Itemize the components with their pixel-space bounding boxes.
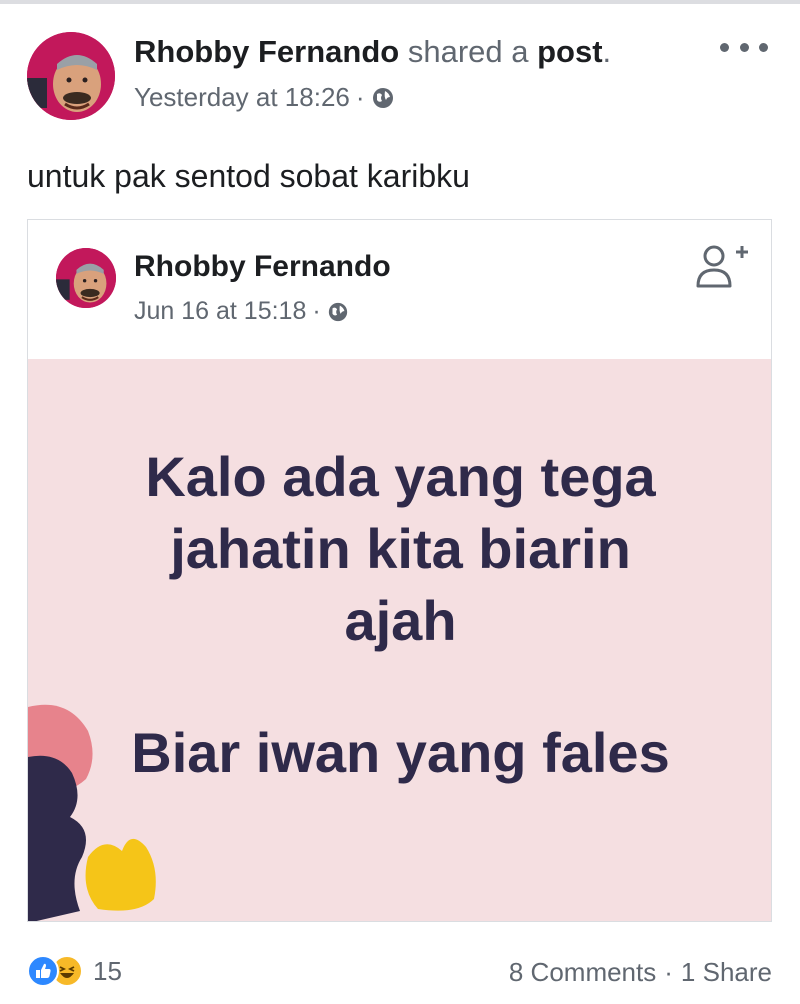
more-options-button[interactable] xyxy=(720,36,768,58)
stats-separator: · xyxy=(664,957,673,987)
engagement-stats: 8 Comments · 1 Share xyxy=(509,955,772,989)
quote-line: Kalo ada yang tega xyxy=(145,445,656,508)
globe-icon xyxy=(371,84,395,118)
like-icon xyxy=(27,955,59,987)
more-dot xyxy=(739,42,749,52)
reaction-count: 15 xyxy=(93,955,122,986)
comments-count[interactable]: 8 Comments xyxy=(509,957,656,987)
reactions-summary[interactable]: 15 xyxy=(27,955,122,987)
author-avatar[interactable] xyxy=(27,32,115,120)
post-timestamp[interactable]: Yesterday at 18:26 xyxy=(134,82,350,112)
quote-line: ajah xyxy=(344,589,457,652)
shared-post-timestamp[interactable]: Jun 16 at 15:18 xyxy=(134,297,306,325)
shared-post-link[interactable]: post xyxy=(537,34,602,69)
post-meta: Yesterday at 18:26 · xyxy=(134,80,395,118)
headline-period: . xyxy=(602,34,612,69)
shared-author-avatar[interactable] xyxy=(56,248,116,308)
quote-text: Kalo ada yang tega jahatin kita biarin a… xyxy=(48,441,753,789)
quote-spacer xyxy=(48,657,753,717)
quote-tail: Biar iwan yang fales xyxy=(131,721,670,784)
quote-background: Kalo ada yang tega jahatin kita biarin a… xyxy=(28,359,771,921)
globe-icon xyxy=(327,298,349,332)
add-friend-icon[interactable] xyxy=(692,238,752,298)
author-action: shared a xyxy=(407,34,529,69)
post-message: untuk pak sentod sobat karibku xyxy=(27,158,470,194)
more-dot xyxy=(720,42,729,52)
author-name[interactable]: Rhobby Fernando xyxy=(134,34,399,69)
meta-separator: · xyxy=(355,82,365,112)
shared-post-meta: Jun 16 at 15:18 · xyxy=(134,294,349,332)
quote-line: jahatin kita biarin xyxy=(170,517,631,580)
author-headline: Rhobby Fernando shared a post. xyxy=(134,32,611,72)
shared-post-card[interactable]: Rhobby Fernando Jun 16 at 15:18 · Kalo ad… xyxy=(27,219,772,922)
top-divider xyxy=(0,0,800,4)
shares-count[interactable]: 1 Share xyxy=(681,957,772,987)
meta-separator: · xyxy=(312,297,321,325)
more-dot xyxy=(759,42,768,52)
shared-author-name[interactable]: Rhobby Fernando xyxy=(134,248,391,286)
